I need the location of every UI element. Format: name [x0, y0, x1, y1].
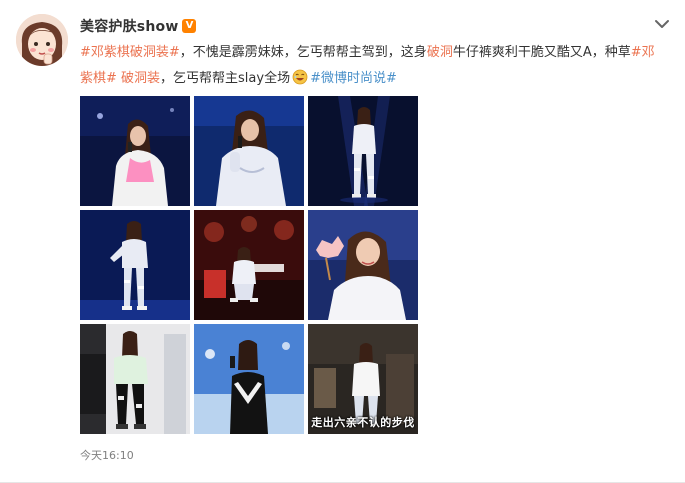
topic-link[interactable]: #微博时尚说#	[310, 71, 397, 86]
post-text-segment: 牛仔裤爽利干脆又酷又A，种草	[452, 45, 631, 60]
post-text-segment: ，乞丐帮帮主slay全场	[160, 71, 291, 86]
photo-grid: 走出六亲不认的步伐	[80, 96, 418, 434]
post-text: #邓紫棋破洞装#，不愧是霹雳妹妹，乞丐帮帮主驾到，这身破洞牛仔裤爽利干脆又酷又A…	[80, 40, 660, 92]
photo-thumbnail[interactable]	[80, 324, 190, 434]
weibo-post-card: 美容护肤show V #邓紫棋破洞装#，不愧是霹雳妹妹，乞丐帮帮主驾到，这身破洞…	[0, 0, 685, 483]
verified-badge-icon: V	[182, 19, 197, 33]
photo-thumbnail[interactable]: 走出六亲不认的步伐	[308, 324, 418, 434]
photo-thumbnail[interactable]	[308, 96, 418, 206]
post-timestamp[interactable]: 今天16:10	[80, 447, 134, 463]
photo-thumbnail[interactable]	[194, 96, 304, 206]
post-text-segment: ，不愧是霹雳妹妹，乞丐帮帮主驾到，这身	[179, 45, 427, 60]
avatar-illustration	[16, 14, 68, 66]
author-header: 美容护肤show V	[80, 16, 197, 36]
highlight-keyword[interactable]: 破洞	[427, 45, 453, 60]
chevron-down-icon	[655, 20, 669, 28]
more-options-button[interactable]	[653, 16, 671, 30]
hashtag-link[interactable]: #邓紫棋破洞装#	[80, 45, 180, 60]
author-name[interactable]: 美容护肤show	[80, 16, 178, 36]
photo-thumbnail[interactable]	[80, 210, 190, 320]
laugh-emoji-icon	[292, 69, 308, 85]
image-caption: 走出六亲不认的步伐	[311, 416, 415, 429]
photo-thumbnail[interactable]	[80, 96, 190, 206]
photo-thumbnail[interactable]	[308, 210, 418, 320]
photo-thumbnail[interactable]	[194, 210, 304, 320]
author-avatar[interactable]	[16, 14, 68, 66]
photo-thumbnail[interactable]	[194, 324, 304, 434]
